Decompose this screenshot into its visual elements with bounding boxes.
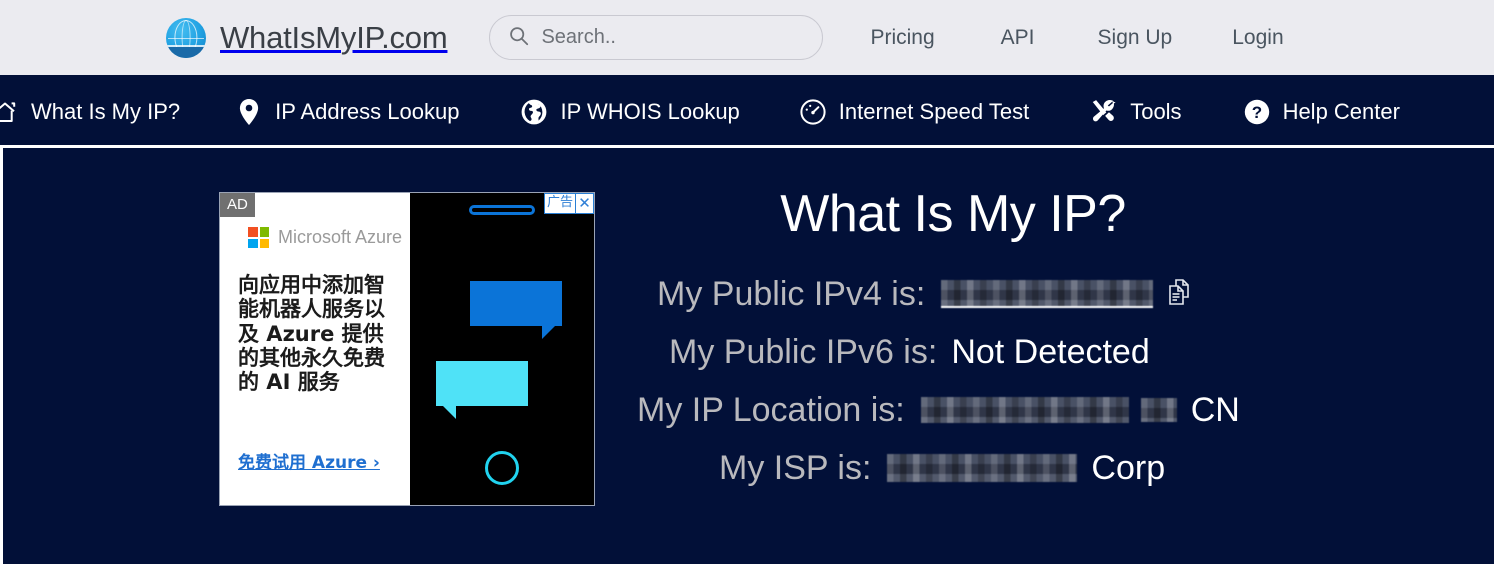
tools-icon [1091, 99, 1117, 125]
phone-speaker-icon [469, 205, 535, 215]
top-link-login[interactable]: Login [1232, 20, 1283, 56]
location-value-redacted [920, 397, 1129, 423]
brand-home-link[interactable]: WhatIsMyIP.com [166, 17, 448, 58]
ipv4-value-redacted[interactable] [941, 280, 1154, 308]
nav-item-what-is-my-ip[interactable]: What Is My IP? [0, 99, 180, 125]
chat-bubble-outgoing-icon [436, 361, 528, 419]
row-label: My IP Location is: [637, 390, 905, 429]
row-label: My Public IPv4 is: [657, 274, 926, 313]
map-pin-icon [236, 98, 262, 125]
nav-label: IP Address Lookup [275, 98, 460, 124]
ip-info-panel: What Is My IP? My Public IPv4 is: My Pub… [623, 148, 1323, 490]
nav-item-internet-speed-test[interactable]: Internet Speed Test [800, 99, 1029, 125]
nav-label: Help Center [1282, 98, 1400, 124]
globe-icon [521, 99, 547, 125]
home-icon [0, 99, 18, 125]
nav-label: Tools [1130, 98, 1182, 124]
nav-item-help-center[interactable]: ? Help Center [1244, 99, 1400, 125]
advertisement[interactable]: AD Microsoft Azure 向应用中添加智能机器人服务以及 Azure… [219, 192, 595, 506]
country-flag-redacted [1140, 398, 1177, 422]
copy-icon[interactable] [1167, 278, 1193, 311]
row-label: My ISP is: [719, 448, 872, 487]
ad-badge: AD [220, 193, 255, 217]
ad-advertiser: Microsoft Azure [248, 227, 402, 248]
isp-suffix: Corp [1091, 448, 1166, 487]
globe-logo-icon [166, 17, 206, 58]
ad-close-control[interactable]: 广告 ✕ [543, 193, 594, 214]
search-icon [508, 25, 529, 51]
page-body: AD Microsoft Azure 向应用中添加智能机器人服务以及 Azure… [0, 148, 1494, 564]
top-utility-bar: WhatIsMyIP.com Pricing API Sign Up Login [0, 0, 1494, 75]
top-link-sign-up[interactable]: Sign Up [1098, 20, 1173, 56]
phone-home-button-icon [485, 451, 519, 485]
search-input[interactable] [541, 26, 805, 49]
ipv6-value: Not Detected [951, 332, 1150, 371]
isp-value-redacted [887, 454, 1078, 482]
row-public-ipv6: My Public IPv6 is: Not Detected [669, 330, 1323, 374]
nav-label: Internet Speed Test [838, 98, 1030, 124]
search-box[interactable] [489, 15, 824, 60]
row-isp: My ISP is: Corp [719, 446, 1323, 490]
ad-text-panel: AD Microsoft Azure 向应用中添加智能机器人服务以及 Azure… [220, 193, 410, 505]
nav-item-ip-whois-lookup[interactable]: IP WHOIS Lookup [521, 98, 740, 125]
main-navigation-bar: What Is My IP? IP Address Lookup IP WHOI… [0, 75, 1494, 148]
row-label: My Public IPv6 is: [669, 332, 938, 371]
ad-advertiser-name: Microsoft Azure [278, 227, 403, 247]
nav-item-ip-address-lookup[interactable]: IP Address Lookup [236, 98, 460, 125]
ad-creative-image[interactable] [410, 193, 594, 505]
nav-item-tools[interactable]: Tools [1091, 98, 1182, 125]
speedometer-icon [800, 98, 826, 125]
chat-bubble-incoming-icon [470, 281, 562, 339]
nav-label: IP WHOIS Lookup [560, 98, 740, 124]
brand-name: WhatIsMyIP.com [220, 19, 448, 55]
row-ip-location: My IP Location is: CN [637, 388, 1323, 432]
svg-text:?: ? [1251, 103, 1261, 122]
country-code: CN [1190, 390, 1240, 429]
top-link-pricing[interactable]: Pricing [870, 20, 934, 56]
top-links: Pricing API Sign Up Login [870, 20, 1283, 56]
row-public-ipv4: My Public IPv4 is: [657, 272, 1323, 316]
close-icon[interactable]: ✕ [575, 194, 593, 213]
ad-close-label: 广告 [546, 195, 573, 210]
question-circle-icon: ? [1244, 99, 1270, 125]
ad-cta-link[interactable]: 免费试用 Azure › [238, 448, 380, 473]
page-title: What Is My IP? [780, 185, 1126, 243]
top-link-api[interactable]: API [1001, 20, 1035, 56]
ad-headline: 向应用中添加智能机器人服务以及 Azure 提供的其他永久免费的 AI 服务 [238, 273, 385, 395]
nav-label: What Is My IP? [31, 98, 181, 124]
microsoft-logo-icon [248, 227, 269, 248]
